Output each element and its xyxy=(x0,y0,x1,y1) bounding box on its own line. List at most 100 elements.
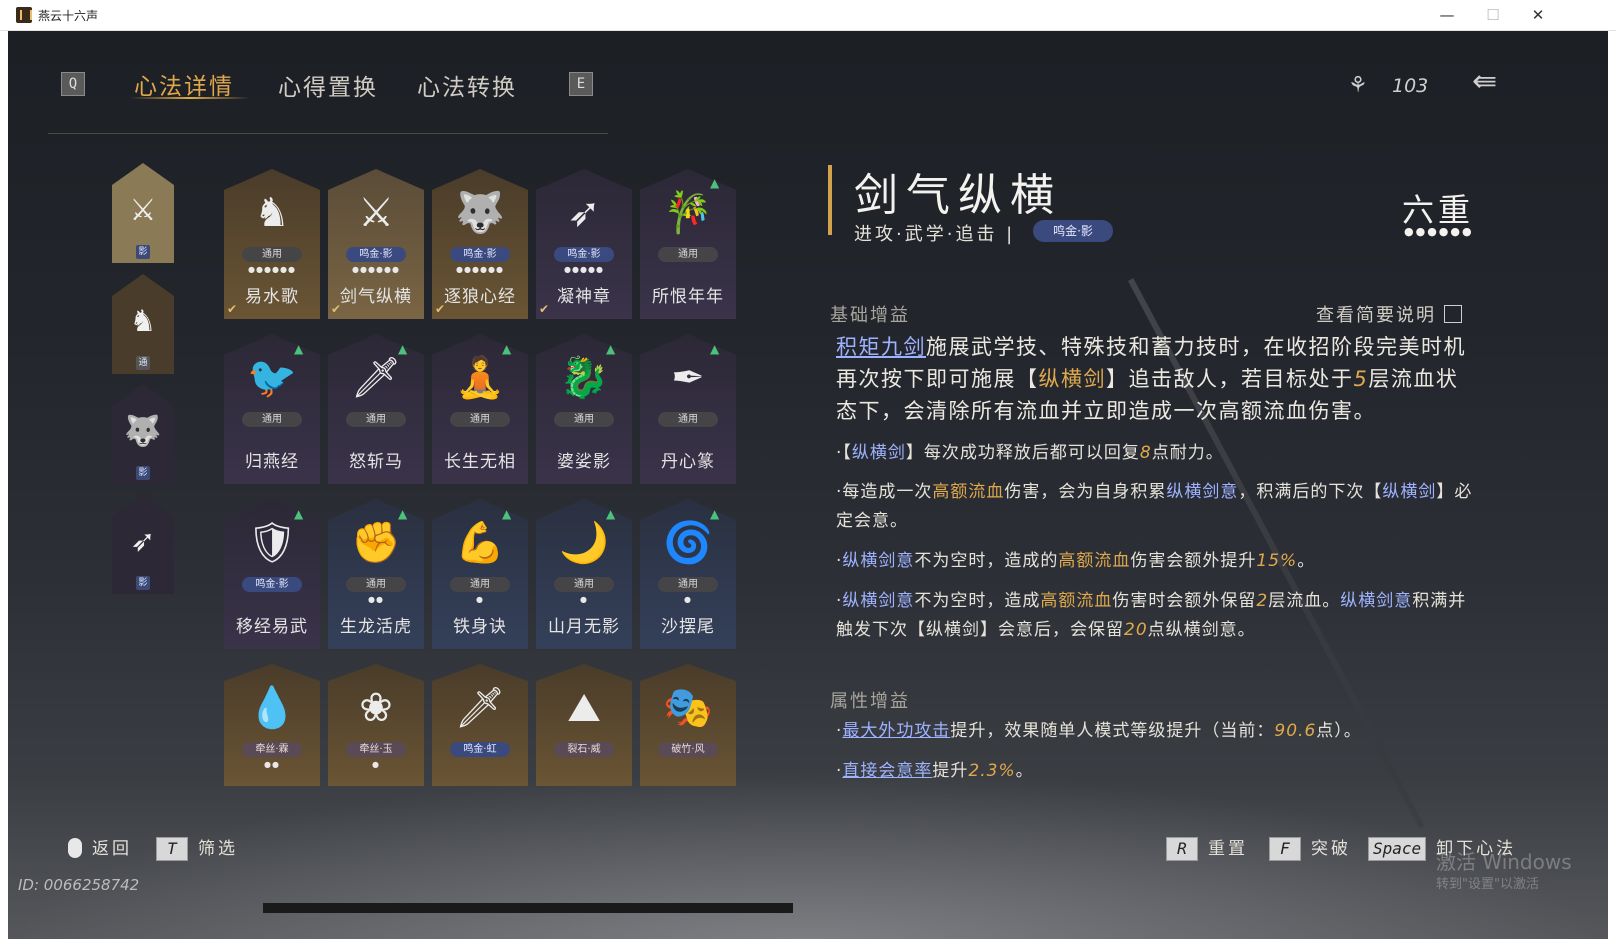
moon-slash-icon: 🌙 xyxy=(559,520,609,566)
bullet-number: 20 xyxy=(1124,620,1148,640)
card-name: 凝神章 xyxy=(557,287,611,307)
card-row4-5[interactable]: 🎭 破竹·风 xyxy=(640,664,736,786)
upgrade-arrow-icon: ▲ xyxy=(502,342,512,356)
tab-xinde-replace[interactable]: 心得置换 xyxy=(278,68,378,102)
bullet-term: 纵横剑意 xyxy=(842,551,915,571)
card-suohenniannian[interactable]: 🎋 通用 所恨年年 xyxy=(640,169,736,319)
section-basic-heading: 基础增益 xyxy=(830,305,910,326)
card-badge: 通用 xyxy=(658,247,718,262)
horse-icon: ♞ xyxy=(129,304,157,339)
attr-text: 点）。 xyxy=(1316,721,1362,741)
activation-watermark: 激活 Windows xyxy=(1436,850,1572,874)
card-name: 沙摆尾 xyxy=(661,617,715,637)
bullet-highlight: 高额流血 xyxy=(1058,551,1131,571)
attr-link[interactable]: 直接会意率 xyxy=(842,761,932,781)
key-q[interactable]: Q xyxy=(61,72,85,96)
card-jianqizongheng[interactable]: ⚔ 鸣金·影 ●●●●●● 剑气纵横 ✔ xyxy=(328,169,424,319)
card-yijingyiwu[interactable]: 🛡 鸣金·影 移经易武 xyxy=(224,499,320,649)
key-space: Space xyxy=(1368,837,1427,861)
tab-xinfa-convert[interactable]: 心法转换 xyxy=(417,68,517,102)
upgrade-arrow-icon: ▲ xyxy=(606,342,616,356)
side-slot-2[interactable]: ♞ 通 xyxy=(112,274,174,374)
upgrade-arrow-icon: ▲ xyxy=(398,507,408,521)
card-ningshenzhang[interactable]: ➶ 鸣金·影 ●●●●● 凝神章 ✔ xyxy=(536,169,632,319)
card-badge: 通用 xyxy=(554,577,614,592)
card-badge: 鸣金·影 xyxy=(346,247,406,262)
card-zhulangxinjing[interactable]: 🐺 鸣金·影 ●●●●●● 逐狼心经 ✔ xyxy=(432,169,528,319)
maximize-button[interactable]: ☐ xyxy=(1470,2,1516,28)
card-shabaiwei[interactable]: 🌀 通用 ● 沙摆尾 xyxy=(640,499,736,649)
back-button[interactable]: 返回 xyxy=(68,834,132,859)
upgrade-arrow-icon: ▲ xyxy=(710,342,720,356)
sword-icon: ⚔ xyxy=(129,193,157,228)
desc-number: 5 xyxy=(1353,367,1369,391)
detail-subtitle: 进攻·武学·追击 | xyxy=(854,224,1016,245)
card-dots: ●● xyxy=(368,595,384,604)
attr-link[interactable]: 最大外功攻击 xyxy=(842,721,950,741)
bullet-text: ·【 xyxy=(836,443,852,463)
card-badge: 破竹·风 xyxy=(658,742,718,757)
bullet-text: 伤害会额外提升 xyxy=(1130,551,1257,571)
close-button[interactable]: ✕ xyxy=(1515,2,1561,28)
card-badge: 通用 xyxy=(658,412,718,427)
card-dots: ●●●●●● xyxy=(352,265,400,274)
attr-number: 90.6 xyxy=(1274,721,1317,741)
card-nuzhanma[interactable]: 🗡 通用 怒斩马 xyxy=(328,334,424,484)
bow-icon: ➶ xyxy=(567,190,601,236)
side-slot-3[interactable]: 🐺 影 xyxy=(112,384,174,484)
card-name: 剑气纵横 xyxy=(340,287,412,307)
card-name: 丹心篆 xyxy=(661,452,715,472)
currency-value: 103 xyxy=(1392,75,1429,97)
side-slot-4[interactable]: ➶ 影 xyxy=(112,494,174,594)
detail-description: 积矩九剑施展武学技、特殊技和蓄力技时，在收招阶段完美时机再次按下即可施展【纵横剑… xyxy=(836,331,1476,427)
card-name: 生龙活虎 xyxy=(340,617,412,637)
upgrade-arrow-icon: ▲ xyxy=(398,342,408,356)
reset-button[interactable]: R 重置 xyxy=(1166,834,1248,861)
card-row4-2[interactable]: ❀ 牵丝·玉 ● xyxy=(328,664,424,786)
key-t: T xyxy=(156,837,188,861)
bullet-1: ·【纵横剑】每次成功释放后都可以回复8点耐力。 xyxy=(836,439,1476,468)
filter-button[interactable]: T 筛选 xyxy=(156,834,238,861)
key-e[interactable]: E xyxy=(569,72,593,96)
brush-icon: ✒ xyxy=(671,355,705,401)
bullet-number: 2 xyxy=(1256,591,1269,611)
window-titlebar: 燕云十六声 — ☐ ✕ xyxy=(0,0,1616,31)
card-danxinzhuan[interactable]: ✒ 通用 丹心篆 xyxy=(640,334,736,484)
card-guiyanjing[interactable]: 🐦 通用 归燕经 xyxy=(224,334,320,484)
horse-icon: ♞ xyxy=(254,190,290,236)
attr-text: 提升 xyxy=(932,761,969,781)
section-attr-heading: 属性增益 xyxy=(830,691,910,712)
break-button[interactable]: F 突破 xyxy=(1269,834,1351,861)
card-badge: 通用 xyxy=(450,577,510,592)
card-row4-4[interactable]: ⛰ 裂石·威 xyxy=(536,664,632,786)
card-badge: 通用 xyxy=(242,247,302,262)
bow-icon: ➶ xyxy=(130,524,156,559)
card-badge: 鸣金·虹 xyxy=(450,742,510,757)
card-yishuige[interactable]: ♞ 通用 ●●●●●● 易水歌 ✔ xyxy=(224,169,320,319)
filter-label: 筛选 xyxy=(198,839,238,859)
tab-xinfa-detail[interactable]: 心法详情 xyxy=(134,67,234,101)
card-dots: ●●●●●● xyxy=(248,265,296,274)
window-title: 燕云十六声 xyxy=(38,9,99,23)
card-changshengwuxiang[interactable]: 🧘 通用 长生无相 xyxy=(432,334,528,484)
view-brief-button[interactable]: 查看简要说明 xyxy=(1316,301,1462,327)
upgrade-arrow-icon: ▲ xyxy=(710,507,720,521)
card-name: 所恨年年 xyxy=(652,287,724,307)
side-tag: 通 xyxy=(136,356,150,370)
card-badge: 牵丝·霖 xyxy=(242,742,302,757)
tab-underline xyxy=(130,97,250,99)
card-posuoying[interactable]: 🐉 通用 婆娑影 xyxy=(536,334,632,484)
card-badge: 鸣金·影 xyxy=(554,247,614,262)
back-arrow-icon[interactable]: ⇚ xyxy=(1472,67,1522,97)
card-badge: 裂石·威 xyxy=(554,742,614,757)
bullet-text: ，积满后的下次【 xyxy=(1238,482,1383,502)
card-shanyuewuying[interactable]: 🌙 通用 ● 山月无影 xyxy=(536,499,632,649)
term-link[interactable]: 积矩九剑 xyxy=(836,335,926,359)
card-shenglonghuohu[interactable]: ✊ 通用 ●● 生龙活虎 xyxy=(328,499,424,649)
card-tieshenjue[interactable]: 💪 通用 ● 铁身诀 xyxy=(432,499,528,649)
card-row4-1[interactable]: 💧 牵丝·霖 ●● xyxy=(224,664,320,786)
minimize-button[interactable]: — xyxy=(1424,2,1470,28)
card-name: 移经易武 xyxy=(236,617,308,637)
side-slot-1[interactable]: ⚔ 影 xyxy=(112,163,174,263)
card-row4-3[interactable]: 🗡 鸣金·虹 xyxy=(432,664,528,786)
